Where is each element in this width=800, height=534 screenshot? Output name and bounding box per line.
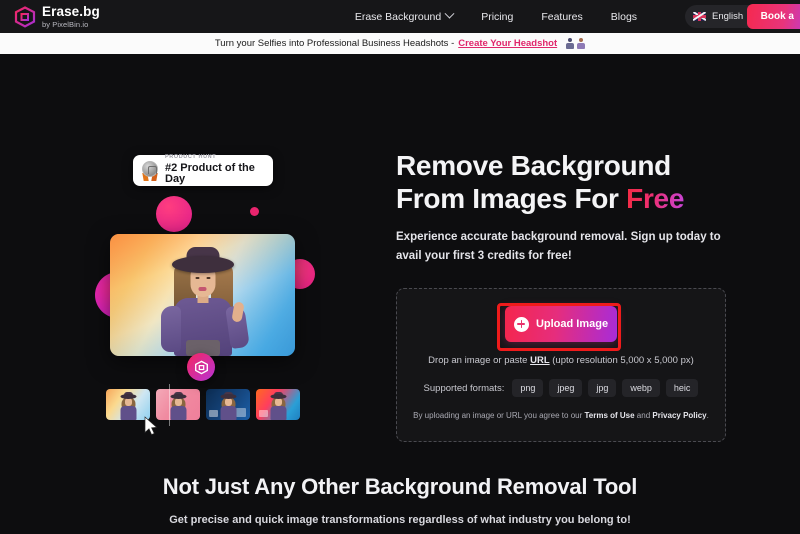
thumbnail-strip — [106, 389, 300, 420]
product-hunt-badge[interactable]: PRODUCT HUNT #2 Product of the Day — [133, 154, 273, 186]
erasebg-badge-icon — [187, 353, 215, 381]
nav-item-erase-background[interactable]: Erase Background — [354, 8, 455, 23]
brand-logo[interactable]: Erase.bg by PixelBin.io — [0, 5, 100, 28]
product-hunt-title: #2 Product of the Day — [165, 161, 255, 186]
headline-line-1: Remove Background — [396, 150, 671, 181]
top-navigation-bar: Erase.bg by PixelBin.io Erase Background… — [0, 0, 800, 33]
announcement-avatars — [566, 38, 586, 49]
format-pill-jpeg[interactable]: jpeg — [549, 379, 583, 397]
format-pill-jpg[interactable]: jpg — [588, 379, 617, 397]
terms-notice: By uploading an image or URL you agree t… — [413, 411, 709, 420]
hero-subheading: Experience accurate background removal. … — [396, 231, 721, 263]
headline-highlight: Free — [626, 183, 685, 215]
decorative-circle — [250, 207, 259, 216]
nav-item-erase-background-label: Erase Background — [354, 10, 442, 23]
nav-links: Erase Background Pricing Features Blogs … — [354, 5, 766, 28]
chevron-down-icon — [444, 8, 455, 19]
decorative-circle — [156, 196, 192, 232]
thumbnail-divider — [169, 384, 170, 426]
terms-of-use-link[interactable]: Terms of Use — [584, 411, 634, 420]
terms-prefix: By uploading an image or URL you agree t… — [413, 411, 585, 420]
brand-tagline: by PixelBin.io — [42, 19, 89, 29]
uk-flag-icon — [693, 12, 707, 21]
book-a-demo-label: Book a — [760, 11, 794, 22]
nav-item-features[interactable]: Features — [541, 11, 582, 23]
book-a-demo-button[interactable]: Book a — [746, 4, 800, 29]
format-pill-png[interactable]: png — [512, 379, 544, 397]
create-headshot-link[interactable]: Create Your Headshot — [458, 38, 557, 49]
plus-circle-icon — [513, 316, 529, 332]
features-section-title: Not Just Any Other Background Removal To… — [162, 474, 638, 499]
language-selector-label: English — [712, 11, 744, 22]
privacy-policy-link[interactable]: Privacy Policy — [652, 411, 706, 420]
nav-item-blogs-label: Blogs — [610, 10, 638, 23]
announcement-text: Turn your Selfies into Professional Busi… — [214, 38, 455, 49]
format-pill-heic[interactable]: heic — [665, 379, 699, 397]
supported-formats-label: Supported formats: — [423, 382, 505, 394]
drop-prefix: Drop an image or paste — [428, 355, 531, 366]
supported-formats-row: Supported formats: png jpeg jpg webp hei… — [424, 379, 699, 397]
page-title: Remove Background From Images For Free — [396, 149, 800, 215]
person-icon — [566, 38, 575, 49]
thumbnail-orange-blue[interactable] — [256, 389, 300, 420]
paste-url-link[interactable]: URL — [530, 355, 550, 366]
drop-instruction: Drop an image or paste URL (upto resolut… — [428, 355, 694, 366]
model-illustration — [155, 247, 251, 356]
upload-image-label: Upload Image — [535, 318, 609, 330]
drop-suffix: (upto resolution 5,000 x 5,000 px) — [549, 355, 694, 366]
hero-preview-image — [110, 234, 295, 356]
erasebg-logo-icon — [14, 5, 36, 28]
nav-item-features-label: Features — [541, 10, 583, 23]
hero-visual: PRODUCT HUNT #2 Product of the Day — [0, 54, 390, 474]
nav-item-pricing[interactable]: Pricing — [481, 11, 513, 23]
headline-line-2: From Images For — [396, 183, 627, 215]
nav-item-blogs[interactable]: Blogs — [611, 11, 637, 23]
upload-dropzone[interactable]: Upload Image Drop an image or paste URL … — [396, 288, 726, 442]
person-icon — [577, 38, 586, 49]
mouse-cursor-icon — [144, 416, 159, 441]
hero-content: Remove Background From Images For Free E… — [396, 54, 800, 442]
features-section: Not Just Any Other Background Removal To… — [0, 474, 800, 526]
nav-item-pricing-label: Pricing — [481, 10, 514, 23]
terms-suffix: . — [706, 411, 709, 420]
announcement-banner: Turn your Selfies into Professional Busi… — [0, 33, 800, 54]
upload-image-button[interactable]: Upload Image — [505, 306, 617, 342]
terms-mid: and — [634, 411, 653, 420]
format-pill-webp[interactable]: webp — [622, 379, 660, 397]
thumbnail-blue[interactable] — [206, 389, 250, 420]
brand-name: Erase.bg — [42, 4, 100, 19]
medal-icon — [141, 160, 159, 181]
features-section-subtitle: Get precise and quick image transformati… — [169, 514, 631, 526]
product-hunt-kicker: PRODUCT HUNT — [165, 154, 217, 161]
hero-section: PRODUCT HUNT #2 Product of the Day Remov… — [0, 54, 800, 474]
thumbnail-pink[interactable] — [156, 389, 200, 420]
